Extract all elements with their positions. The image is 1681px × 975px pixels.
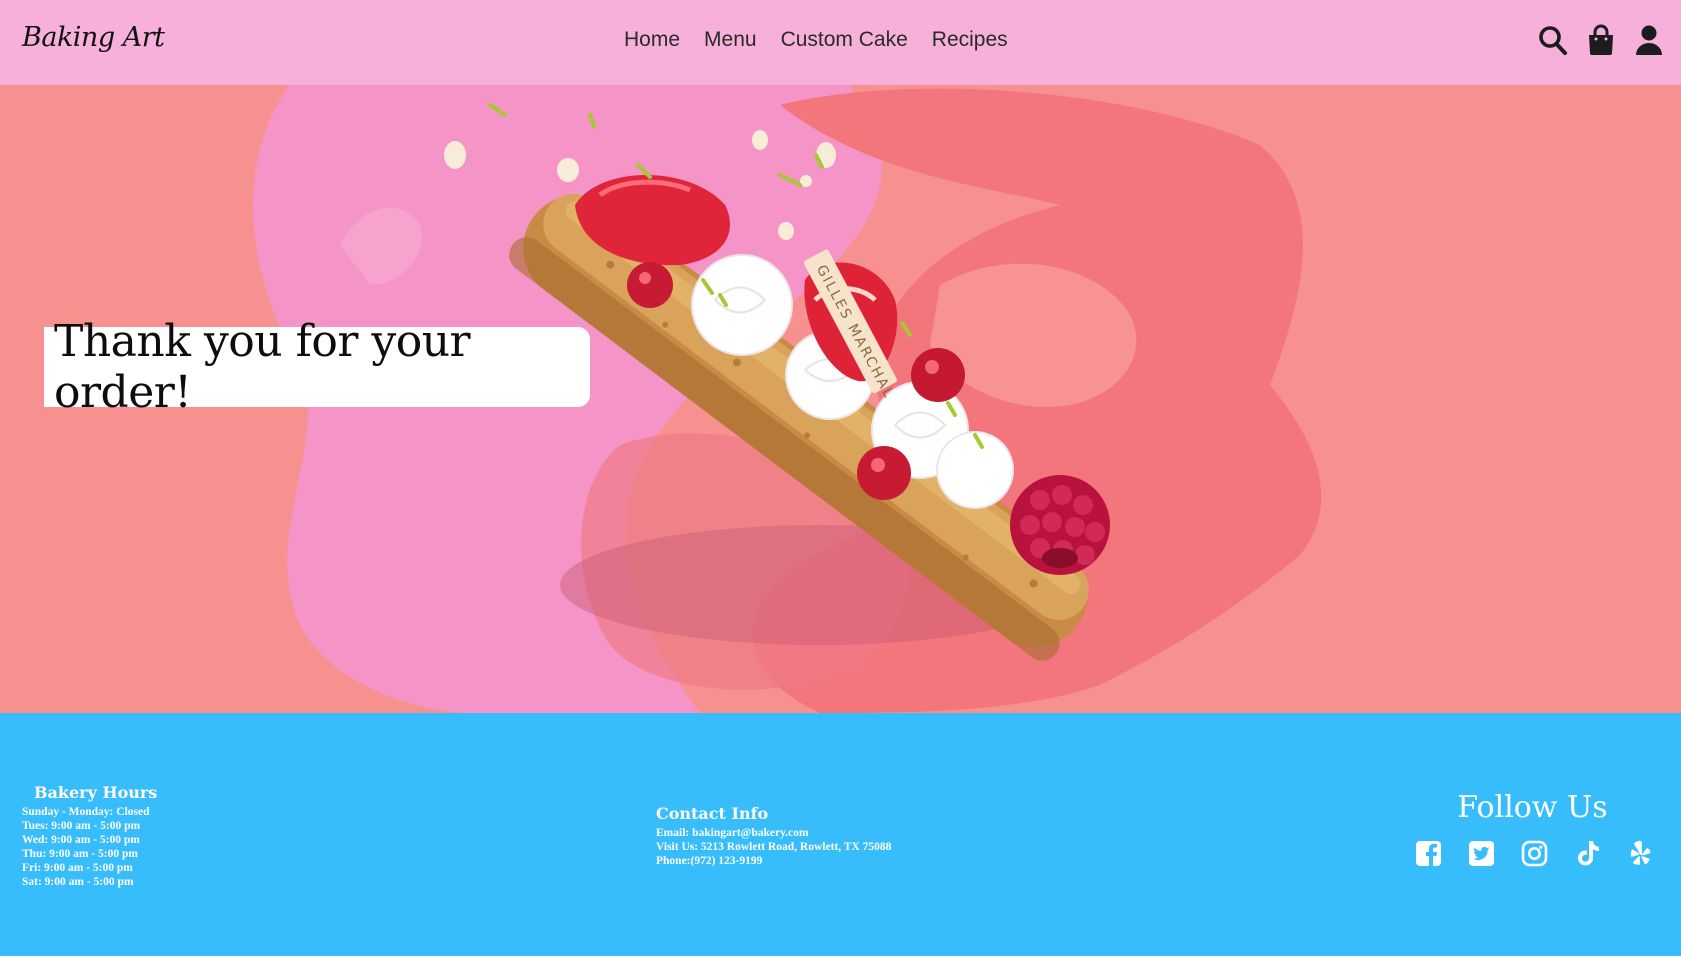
main-nav: Home Menu Custom Cake Recipes [624, 28, 1008, 52]
contact-email[interactable]: Email: bakingart@bakery.com [656, 826, 891, 840]
shopping-bag-icon[interactable] [1586, 24, 1616, 56]
yelp-icon[interactable] [1627, 839, 1654, 868]
site-logo[interactable]: Baking Art [22, 22, 165, 53]
contact-phone[interactable]: Phone:(972) 123-9199 [656, 854, 891, 868]
instagram-icon[interactable] [1521, 839, 1548, 868]
hours-line: Thu: 9:00 am - 5:00 pm [22, 848, 138, 860]
hours-line: Tues: 9:00 am - 5:00 pm [22, 820, 141, 832]
hours-line: Fri: 9:00 am - 5:00 pm [22, 862, 133, 874]
hours-line: Sat: 9:00 am - 5:00 pm [22, 876, 134, 888]
nav-home-link[interactable]: Home [624, 28, 680, 52]
bakery-hours: Bakery Hours Sunday - Monday: Closed Tue… [22, 783, 157, 889]
hours-line: Sunday - Monday: Closed [22, 806, 150, 818]
contact-info-title: Contact Info [656, 804, 769, 823]
site-header: Baking Art Home Menu Custom Cake Recipes [0, 0, 1681, 85]
tiktok-icon[interactable] [1574, 839, 1601, 868]
nav-custom-cake-link[interactable]: Custom Cake [781, 28, 908, 52]
thank-you-message: Thank you for your order! [54, 316, 471, 418]
social-links [1415, 839, 1675, 868]
thank-you-banner: Thank you for your order! [44, 316, 590, 418]
page-bottom-strip [0, 956, 1681, 975]
follow-us-title: Follow Us [1457, 790, 1608, 825]
search-icon[interactable] [1538, 24, 1568, 56]
contact-address: Visit Us: 5213 Rowlett Road, Rowlett, TX… [656, 841, 892, 853]
nav-recipes-link[interactable]: Recipes [932, 28, 1008, 52]
hours-line: Wed: 9:00 am - 5:00 pm [22, 834, 140, 846]
bakery-hours-title: Bakery Hours [34, 783, 158, 802]
follow-us: Follow Us [1410, 790, 1675, 868]
hero-banner: GILLES MARCHAL Thank you for your order! [0, 85, 1681, 713]
user-icon[interactable] [1634, 24, 1664, 56]
twitter-icon[interactable] [1468, 839, 1495, 868]
nav-menu-link[interactable]: Menu [704, 28, 757, 52]
facebook-icon[interactable] [1415, 839, 1442, 868]
header-actions [1538, 24, 1664, 56]
contact-info: Contact Info Email: bakingart@bakery.com… [656, 804, 891, 868]
site-footer: Bakery Hours Sunday - Monday: Closed Tue… [0, 713, 1681, 956]
